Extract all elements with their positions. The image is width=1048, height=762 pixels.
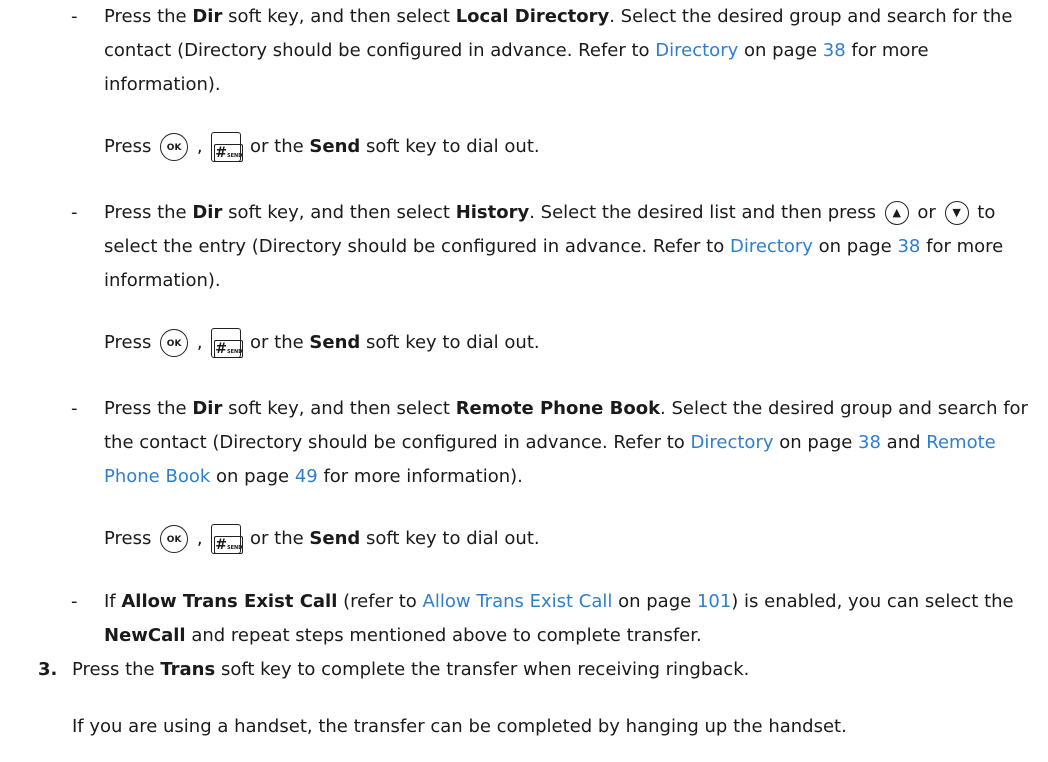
handset-note: If you are using a handset, the transfer…: [72, 716, 847, 737]
page-38-link[interactable]: 38: [897, 236, 920, 257]
send-key-icon: #SEND: [211, 328, 244, 358]
document-page: - Press the Dir soft key, and then selec…: [0, 0, 1048, 762]
step-number: 3.: [38, 659, 58, 680]
remote-phone-book-paragraph: Press the Dir soft key, and then select …: [104, 398, 1028, 487]
press-instruction: Press OK , #SEND or the Send soft key to…: [104, 326, 1034, 360]
ok-key-icon: OK: [160, 329, 189, 357]
bullet-dash: -: [71, 591, 78, 612]
local-directory-paragraph: Press the Dir soft key, and then select …: [104, 6, 1013, 95]
directory-link[interactable]: Directory: [655, 40, 738, 61]
up-arrow-key-icon: ▲: [884, 201, 909, 225]
bullet-dash: -: [71, 6, 78, 27]
directory-link[interactable]: Directory: [691, 432, 774, 453]
down-arrow-key-icon: ▼: [944, 201, 969, 225]
ok-key-icon: OK: [160, 525, 189, 553]
page-101-link[interactable]: 101: [697, 591, 731, 612]
bullet-dash: -: [71, 202, 78, 223]
page-38-link[interactable]: 38: [823, 40, 846, 61]
page-38-link[interactable]: 38: [858, 432, 881, 453]
allow-trans-exist-call-paragraph: If Allow Trans Exist Call (refer to Allo…: [104, 591, 1014, 646]
ok-key-icon: OK: [160, 133, 189, 161]
send-key-icon: #SEND: [211, 132, 244, 162]
allow-trans-exist-call-link[interactable]: Allow Trans Exist Call: [423, 591, 613, 612]
history-paragraph: Press the Dir soft key, and then select …: [104, 201, 1004, 291]
directory-link[interactable]: Directory: [730, 236, 813, 257]
page-49-link[interactable]: 49: [295, 466, 318, 487]
bullet-dash: -: [71, 398, 78, 419]
send-key-icon: #SEND: [211, 524, 244, 554]
step-3-text: Press the Trans soft key to complete the…: [72, 659, 750, 680]
press-instruction: Press OK , #SEND or the Send soft key to…: [104, 130, 1034, 164]
press-instruction: Press OK , #SEND or the Send soft key to…: [104, 522, 1034, 556]
